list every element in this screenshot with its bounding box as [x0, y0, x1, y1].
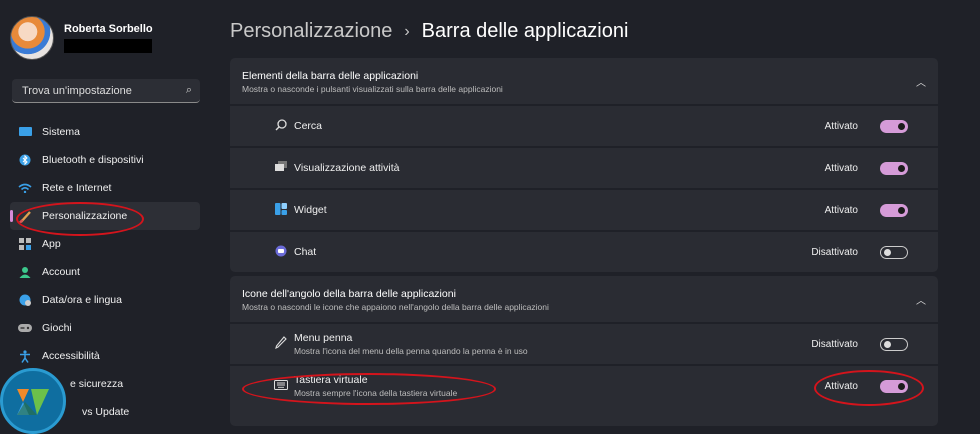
logo-mark-icon — [17, 389, 49, 415]
redacted-email — [64, 39, 152, 53]
menu-penna-toggle[interactable] — [880, 337, 908, 351]
search-input[interactable] — [20, 83, 186, 98]
setting-row-menu-penna: Menu penna Mostra l'icona del menu della… — [230, 322, 938, 364]
globe-icon — [18, 293, 32, 307]
user-name: Roberta Sorbello — [64, 23, 153, 35]
toggle-state-label: Attivato — [824, 204, 858, 216]
section-subtitle: Mostra o nasconde i pulsanti visualizzat… — [242, 84, 503, 94]
sidebar-item-label: Bluetooth e dispositivi — [42, 154, 144, 166]
cerca-toggle[interactable] — [880, 119, 908, 133]
chat-toggle[interactable] — [880, 245, 908, 259]
sidebar-item-label: Rete e Internet — [42, 182, 112, 194]
toggle-state-label: Disattivato — [811, 246, 858, 258]
search-icon — [274, 118, 288, 134]
avatar — [10, 16, 54, 60]
chat-icon — [274, 245, 288, 260]
annotation-ellipse-toggle — [814, 370, 924, 406]
section-title: Elementi della barra delle applicazioni — [242, 70, 419, 82]
toggle-state-label: Attivato — [824, 120, 858, 132]
toggle-state-label: Attivato — [824, 162, 858, 174]
toggle-state-label: Disattivato — [811, 338, 858, 350]
account-icon — [18, 265, 32, 279]
sidebar-item-giochi[interactable]: Giochi — [10, 314, 200, 342]
section-subtitle: Mostra o nascondi le icone che appaiono … — [242, 302, 549, 312]
gamepad-icon — [18, 321, 32, 335]
sidebar-item-label: Accessibilità — [42, 350, 100, 362]
sidebar-item-rete[interactable]: Rete e Internet — [10, 174, 200, 202]
annotation-ellipse-tastiera-virtuale — [242, 373, 496, 405]
monitor-icon — [18, 125, 32, 139]
pen-icon — [274, 336, 288, 352]
task-view-icon — [274, 161, 288, 175]
setting-label: Chat — [294, 246, 317, 258]
corner-icons-header[interactable]: Icone dell'angolo della barra delle appl… — [230, 276, 938, 322]
watermark-logo — [0, 368, 66, 434]
annotation-ellipse-personalizzazione — [16, 202, 144, 236]
setting-row-visualizzazione-attivita: Visualizzazione attività Attivato — [230, 146, 938, 188]
sidebar-item-label: Sistema — [42, 126, 80, 138]
widget-toggle[interactable] — [880, 203, 908, 217]
sidebar-item-label: vs Update — [82, 406, 130, 418]
sidebar-item-accessibilita[interactable]: Accessibilità — [10, 342, 200, 370]
section-title: Icone dell'angolo della barra delle appl… — [242, 288, 456, 300]
taskbar-items-header[interactable]: Elementi della barra delle applicazioni … — [230, 58, 938, 104]
breadcrumb-separator-icon: › — [404, 22, 410, 40]
sidebar-item-account[interactable]: Account — [10, 258, 200, 286]
setting-label: Widget — [294, 204, 327, 216]
sidebar-item-data-ora[interactable]: Data/ora e lingua — [10, 286, 200, 314]
wifi-icon — [18, 181, 32, 195]
sidebar-item-sistema[interactable]: Sistema — [10, 118, 200, 146]
setting-description: Mostra l'icona del menu della penna quan… — [294, 346, 528, 356]
sidebar-item-label: Data/ora e lingua — [42, 294, 122, 306]
bluetooth-icon — [18, 153, 32, 167]
setting-label: Cerca — [294, 120, 323, 132]
search-box[interactable]: ⌕ — [12, 79, 200, 103]
setting-row-chat: Chat Disattivato — [230, 230, 938, 272]
chevron-up-icon[interactable]: ︿ — [916, 292, 926, 307]
sidebar-item-label: App — [42, 238, 61, 250]
task-view-toggle[interactable] — [880, 161, 908, 175]
widget-icon — [274, 202, 288, 218]
setting-row-widget: Widget Attivato — [230, 188, 938, 230]
sidebar-item-label: Account — [42, 266, 80, 278]
chevron-up-icon[interactable]: ︿ — [916, 74, 926, 89]
setting-label: Visualizzazione attività — [294, 162, 400, 174]
taskbar-items-section: Elementi della barra delle applicazioni … — [230, 58, 938, 272]
sidebar-item-bluetooth[interactable]: Bluetooth e dispositivi — [10, 146, 200, 174]
sidebar-item-label: Giochi — [42, 322, 72, 334]
search-icon[interactable]: ⌕ — [186, 84, 192, 97]
apps-icon — [18, 237, 32, 251]
page-title: Barra delle applicazioni — [421, 20, 629, 42]
setting-row-cerca: Cerca Attivato — [230, 104, 938, 146]
accessibility-icon — [18, 349, 32, 363]
breadcrumb-parent[interactable]: Personalizzazione — [230, 20, 392, 43]
breadcrumb: Personalizzazione › Barra delle applicaz… — [230, 20, 628, 43]
sidebar-item-label: e sicurezza — [70, 378, 124, 390]
setting-label: Menu penna — [294, 332, 353, 344]
user-profile[interactable]: Roberta Sorbello — [10, 16, 153, 60]
